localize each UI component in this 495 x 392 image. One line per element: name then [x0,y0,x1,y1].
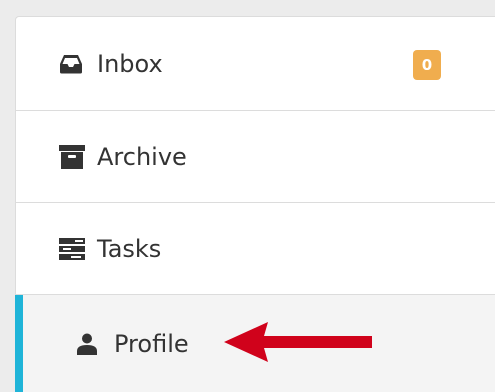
nav-item-label: Inbox [97,49,163,78]
tasks-icon [59,237,87,260]
archive-icon [59,144,87,169]
inbox-icon [59,53,87,75]
red-arrow-icon [224,322,372,362]
nav-item-label: Profile [114,329,189,358]
nav-item-label: Archive [97,142,187,171]
nav-item-tasks[interactable]: Tasks [16,203,495,294]
unread-count-badge: 0 [413,50,441,80]
user-icon [76,333,104,355]
nav-item-archive[interactable]: Archive [16,111,495,202]
nav-item-label: Tasks [97,234,162,263]
nav-item-inbox[interactable]: Inbox 0 [16,17,495,110]
